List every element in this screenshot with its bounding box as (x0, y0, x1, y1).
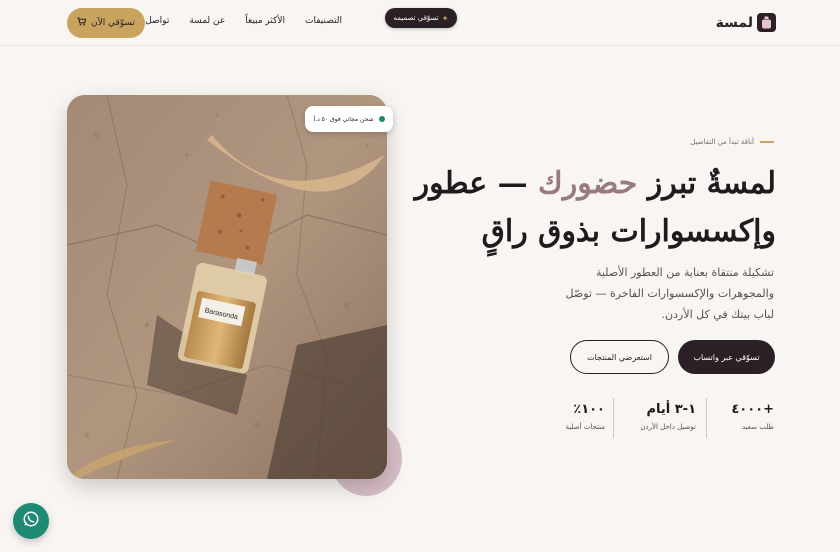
hero-image: Barasonda (67, 95, 387, 479)
hero-description: تشكيلة منتقاة بعناية من العطور الأصلية و… (565, 266, 774, 321)
stat-delivery-label: توصيل داخل الأردن (640, 423, 696, 431)
stat-delivery-number: ١-٣ أيام (646, 402, 696, 417)
whatsapp-float-button[interactable] (13, 503, 49, 539)
shipping-badge: شحن مجاني فوق ٥٠ د.أ (305, 106, 393, 132)
shop-now-button[interactable]: تسوّقي الآن (67, 8, 145, 38)
nav-item-categories[interactable]: التصنيفات (305, 16, 342, 26)
stat-orders-number: +٤٠٠٠ (731, 402, 774, 417)
stat-original: ١٠٠٪ منتجات أصلية (565, 402, 605, 431)
hero-title-part1: لمسةٌ تبرز (637, 166, 776, 201)
stat-divider (613, 398, 614, 438)
stat-delivery: ١-٣ أيام توصيل داخل الأردن (640, 402, 696, 431)
whatsapp-shop-button[interactable]: تسوّقي عبر واتساب (678, 340, 775, 374)
design-pill[interactable]: تسوّقي تصميمه ✦ (385, 8, 457, 28)
eyebrow-text: أناقة تبدأ من التفاصيل (690, 138, 754, 146)
perfume-photo: Barasonda (67, 95, 387, 479)
stat-original-label: منتجات أصلية (565, 423, 605, 431)
browse-products-button[interactable]: استعرضي المنتجات (570, 340, 669, 374)
shop-now-label: تسوّقي الآن (90, 18, 136, 28)
status-dot-icon (378, 116, 385, 122)
shipping-badge-text: شحن مجاني فوق ٥٠ د.أ (313, 115, 374, 123)
eyebrow-line (760, 141, 774, 143)
nav-item-contact[interactable]: تواصل (145, 16, 169, 26)
logo[interactable]: لمسة (716, 13, 776, 32)
cart-icon (77, 17, 87, 29)
logo-text: لمسة (715, 14, 753, 31)
perfume-bottle-icon (757, 13, 776, 32)
nav-item-bestsellers[interactable]: الأكثر مبيعاً (245, 16, 285, 26)
stat-orders-label: طلب سعيد (741, 423, 774, 431)
main-nav: التصنيفات الأكثر مبيعاً عن لمسة تواصل (145, 16, 342, 26)
whatsapp-icon (22, 510, 40, 532)
design-pill-label: تسوّقي تصميمه (393, 14, 439, 22)
hero-title: لمسةٌ تبرز حضورك — عطور وإكسسوارات بذوق … (396, 160, 776, 256)
hero-eyebrow: أناقة تبدأ من التفاصيل (690, 138, 774, 146)
nav-item-about[interactable]: عن لمسة (189, 16, 225, 26)
site-header: لمسة تسوّقي تصميمه ✦ التصنيفات الأكثر مب… (0, 0, 840, 46)
hero-title-highlight: حضورك (538, 166, 638, 201)
sparkle-icon: ✦ (441, 13, 449, 23)
stat-divider (706, 398, 707, 438)
stat-original-number: ١٠٠٪ (573, 402, 605, 417)
stat-orders: +٤٠٠٠ طلب سعيد (731, 402, 774, 431)
